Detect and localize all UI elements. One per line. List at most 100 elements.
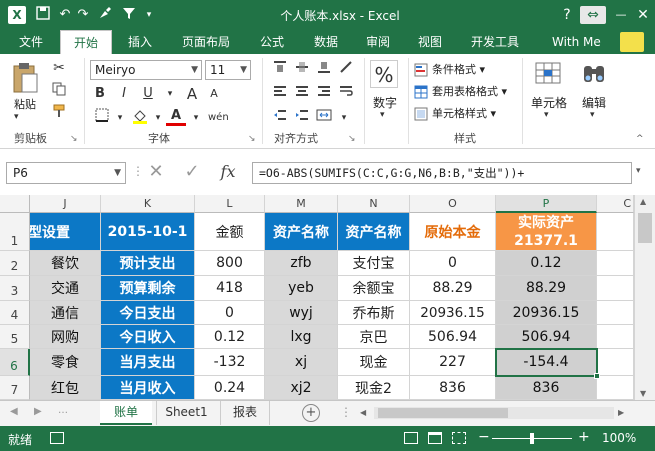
column-header-selected[interactable]: P (496, 195, 597, 213)
cell-q7[interactable] (597, 376, 634, 400)
cell-k2[interactable]: 预计支出 (101, 251, 195, 276)
border-dropdown-icon[interactable]: ▾ (110, 108, 130, 128)
enter-formula-button[interactable]: ✓ (180, 160, 204, 184)
format-painter-icon[interactable] (50, 104, 68, 122)
cell-p2[interactable]: 0.12 (496, 251, 597, 276)
cell-n3[interactable]: 余额宝 (338, 276, 410, 301)
cell-styles-button[interactable]: 单元格样式 ▾ (412, 104, 496, 124)
align-bottom-icon[interactable] (314, 60, 334, 80)
row-header[interactable]: 3 (0, 276, 30, 301)
next-sheet-button[interactable]: ▶ (34, 406, 42, 417)
cell-l2[interactable]: 800 (195, 251, 265, 276)
font-launcher-icon[interactable]: ↘ (248, 134, 256, 144)
column-header[interactable]: N (338, 195, 410, 213)
wrap-text-icon[interactable] (336, 84, 356, 104)
conditional-formatting-button[interactable]: 条件格式 ▾ (412, 60, 485, 80)
cell-o6[interactable]: 227 (410, 349, 496, 376)
cell-q3[interactable] (597, 276, 634, 301)
sheet-tab-bills[interactable]: 账单 (100, 401, 152, 425)
cut-icon[interactable]: ✂ (50, 60, 68, 78)
user-avatar[interactable] (620, 32, 644, 52)
cell-l5[interactable]: 0.12 (195, 325, 265, 349)
row-header-selected[interactable]: 6 (0, 349, 30, 376)
cell-q4[interactable] (597, 301, 634, 325)
copy-icon[interactable] (50, 82, 68, 100)
cell-k3[interactable]: 预算剩余 (101, 276, 195, 301)
sheet-tab-report[interactable]: 报表 (220, 401, 270, 425)
font-name-select[interactable]: Meiryo ▼ (90, 60, 202, 80)
row-header[interactable]: 5 (0, 325, 30, 349)
cell-k6[interactable]: 当月支出 (101, 349, 195, 376)
scroll-down-icon[interactable]: ▼ (640, 389, 646, 398)
cell-j2[interactable]: 餐饮 (30, 251, 101, 276)
scroll-up-icon[interactable]: ▲ (640, 197, 646, 206)
macro-record-icon[interactable] (50, 432, 64, 444)
cell-p5[interactable]: 506.94 (496, 325, 597, 349)
add-sheet-button[interactable]: + (302, 404, 320, 422)
align-top-icon[interactable] (270, 60, 290, 80)
cell-k5[interactable]: 今日收入 (101, 325, 195, 349)
number-format-dropdown-icon[interactable]: ▾ (380, 110, 385, 120)
cells-dropdown-icon[interactable]: ▾ (544, 110, 549, 120)
vertical-scrollbar[interactable]: ▲ ▼ (634, 195, 655, 400)
cell-o3[interactable]: 88.29 (410, 276, 496, 301)
prev-sheet-button[interactable]: ◀ (10, 406, 18, 417)
font-size-select[interactable]: 11 ▼ (205, 60, 251, 80)
minimize-button[interactable]: — (610, 4, 632, 26)
orientation-icon[interactable] (336, 60, 356, 80)
tab-split-handle[interactable]: ⋮ (340, 405, 352, 419)
redo-icon[interactable]: ↷ (74, 6, 92, 24)
cell-m4[interactable]: wyj (265, 301, 338, 325)
cell-j7[interactable]: 红包 (30, 376, 101, 400)
increase-indent-icon[interactable] (292, 108, 312, 128)
cell-q1[interactable] (597, 213, 634, 251)
column-header[interactable]: O (410, 195, 496, 213)
align-center-icon[interactable] (292, 84, 312, 104)
tab-page-layout[interactable]: 页面布局 (172, 30, 240, 54)
fill-color-dropdown-icon[interactable]: ▾ (148, 108, 168, 128)
number-format-button[interactable]: 数字 (366, 94, 404, 111)
row-header[interactable]: 4 (0, 301, 30, 325)
cell-p7[interactable]: 836 (496, 376, 597, 400)
cell-j6[interactable]: 零食 (30, 349, 101, 376)
cells-button[interactable]: 单元格 (526, 94, 572, 111)
tab-home[interactable]: 开始 (60, 30, 112, 54)
zoom-slider-thumb[interactable] (530, 433, 534, 444)
cell-l4[interactable]: 0 (195, 301, 265, 325)
page-layout-view-icon[interactable] (428, 432, 442, 444)
collapse-ribbon-icon[interactable]: ^ (636, 134, 644, 144)
cell-j1[interactable]: 型设置 (30, 213, 101, 251)
cell-k1[interactable]: 2015-10-1 (101, 213, 195, 251)
cell-q6[interactable] (597, 349, 634, 376)
italic-button[interactable]: I (114, 84, 134, 104)
cell-n7[interactable]: 现金2 (338, 376, 410, 400)
tab-formulas[interactable]: 公式 (250, 30, 294, 54)
cell-p3[interactable]: 88.29 (496, 276, 597, 301)
tab-insert[interactable]: 插入 (118, 30, 162, 54)
zoom-slider[interactable] (492, 433, 572, 444)
select-all-button[interactable] (0, 195, 30, 213)
cell-m3[interactable]: yeb (265, 276, 338, 301)
decrease-indent-icon[interactable] (270, 108, 290, 128)
cell-o5[interactable]: 506.94 (410, 325, 496, 349)
paste-icon[interactable] (10, 62, 40, 96)
editing-button[interactable]: 编辑 (574, 94, 614, 111)
horizontal-scroll-thumb[interactable] (378, 408, 508, 418)
column-header[interactable]: J (30, 195, 101, 213)
cell-m6[interactable]: xj (265, 349, 338, 376)
formula-input[interactable]: =O6-ABS(SUMIFS(C:C,G:G,N6,B:B,"支出"))+ (252, 162, 632, 184)
expand-formula-bar-icon[interactable]: ▾ (636, 166, 641, 176)
cell-n6[interactable]: 现金 (338, 349, 410, 376)
help-button[interactable]: ? (556, 4, 578, 26)
brush-icon[interactable] (96, 6, 114, 24)
editing-dropdown-icon[interactable]: ▾ (590, 110, 595, 120)
cell-m2[interactable]: zfb (265, 251, 338, 276)
cells-icon[interactable] (534, 60, 562, 88)
cell-k4[interactable]: 今日支出 (101, 301, 195, 325)
name-box[interactable]: P6 ▼ (6, 162, 126, 184)
fill-color-icon[interactable] (130, 108, 150, 128)
cell-m1[interactable]: 资产名称 (265, 213, 338, 251)
row-header[interactable]: 1 (0, 213, 30, 251)
font-color-dropdown-icon[interactable]: ▾ (186, 108, 206, 128)
cell-m5[interactable]: lxg (265, 325, 338, 349)
